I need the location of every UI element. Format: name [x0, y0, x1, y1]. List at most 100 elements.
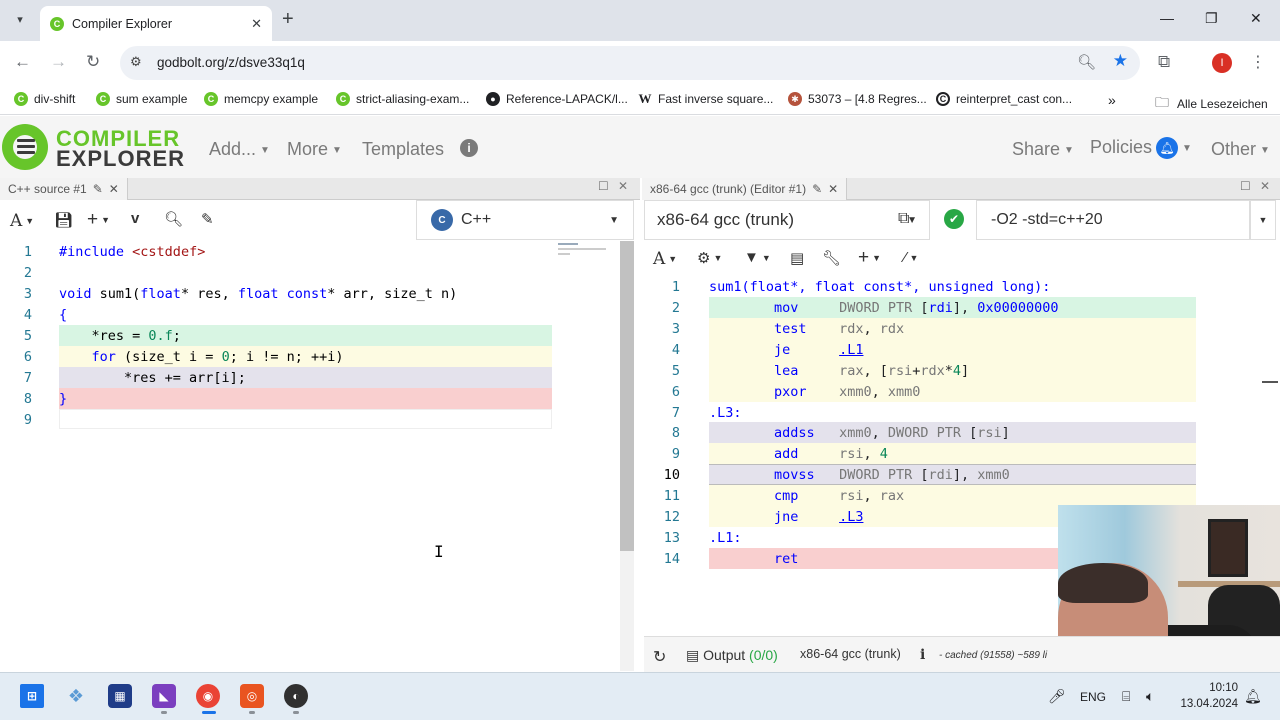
info-icon[interactable]: i [920, 647, 925, 663]
forward-button[interactable]: → [50, 52, 67, 72]
line-number: 6 [671, 384, 680, 400]
clock-date[interactable]: 13.04.2024 [1174, 698, 1238, 710]
close-window-button[interactable]: ✕ [1250, 10, 1262, 27]
obs-icon[interactable]: ◐ [284, 684, 308, 708]
source-editor[interactable]: 1 2 3 4 5 6 7 8 9 #include <cstddef> voi… [0, 241, 620, 671]
language-select[interactable]: C C++ ▼ [416, 200, 634, 240]
asm-line: add rsi, 4 [774, 446, 888, 462]
bookmark-item[interactable]: Creinterpret_cast con... [936, 92, 1072, 106]
extensions-icon[interactable]: ⧉ [1158, 52, 1170, 72]
settings-button[interactable]: ⚙ ▼ [697, 249, 722, 267]
source-scroll-thumb[interactable] [620, 241, 634, 551]
templates-button[interactable]: Templates [362, 139, 444, 160]
ubuntu-icon[interactable]: ◎ [240, 684, 264, 708]
add-tool-button[interactable]: ⁄ ▼ [904, 249, 918, 266]
close-tab-icon[interactable]: ✕ [251, 16, 262, 32]
bookmark-item[interactable]: Cstrict-aliasing-exam... [336, 92, 469, 106]
volume-icon[interactable]: 🔈︎ [1146, 688, 1154, 705]
compiler-tab[interactable]: x86-64 gcc (trunk) (Editor #1) ✎ ✕ [642, 178, 848, 200]
app-icon[interactable]: ▦ [108, 684, 132, 708]
source-tab[interactable]: C++ source #1 ✎ ✕ [0, 178, 128, 200]
font-icon: A [10, 211, 23, 231]
recompile-icon[interactable]: ↻ [653, 647, 666, 667]
reload-button[interactable]: ↻ [86, 52, 100, 72]
bookmark-star-icon[interactable]: ★ [1113, 51, 1128, 71]
asm-line: .L1: [709, 530, 742, 546]
info-icon[interactable]: i [460, 139, 478, 157]
other-menu[interactable]: Other ▼ [1211, 139, 1270, 160]
network-icon[interactable]: ⌸ [1122, 688, 1130, 705]
bookmark-item[interactable]: ✱ 53073 – [4.8 Regres... [788, 92, 927, 106]
compile-success-icon[interactable]: ✔ [944, 209, 964, 229]
language-indicator[interactable]: ENG [1080, 690, 1106, 704]
profile-avatar[interactable]: I [1212, 53, 1232, 73]
browser-tab[interactable]: C Compiler Explorer ✕ [40, 6, 272, 41]
line-number: 1 [671, 279, 680, 295]
close-pane-icon[interactable]: ✕ [618, 179, 628, 193]
options-dropdown-button[interactable]: ▼ [1250, 200, 1276, 240]
ce-logo[interactable]: COMPILER EXPLORER [2, 122, 184, 172]
mouse-cursor: I [434, 542, 444, 561]
code-line: *res = 0.f; [59, 328, 181, 344]
pencil-icon[interactable]: ✎ [93, 182, 103, 196]
search-button[interactable]: 🔍︎ [164, 210, 183, 228]
tools-button[interactable]: 🔧︎ [822, 249, 841, 267]
tab-search-button[interactable]: ▾ [8, 7, 32, 31]
policies-menu[interactable]: Policies 🔔︎ ▼ [1090, 137, 1192, 160]
zoom-icon[interactable]: 🔍︎ [1077, 53, 1096, 71]
bookmarks-overflow-button[interactable]: » [1108, 92, 1116, 108]
browser-tabstrip: ▾ C Compiler Explorer ✕ + — ❐ ✕ [0, 0, 1280, 41]
site-info-icon[interactable]: ⚙ [130, 54, 142, 70]
bookmark-item[interactable]: Cdiv-shift [14, 92, 75, 106]
asm-line: jne .L3 [774, 509, 864, 525]
asm-line: sum1(float*, float const*, unsigned long… [709, 279, 1051, 295]
cppreference-icon: C [936, 92, 950, 106]
windows-start-icon[interactable]: ⊞ [20, 684, 44, 708]
close-icon[interactable]: ✕ [109, 182, 119, 196]
output-button[interactable]: ▤ Output (0/0) [686, 647, 778, 664]
share-menu[interactable]: Share ▼ [1012, 139, 1074, 160]
chrome-icon[interactable]: ◉ [196, 684, 220, 708]
url-text[interactable]: godbolt.org/z/dsve33q1q [157, 55, 305, 70]
pencil-icon[interactable]: ✎ [812, 182, 822, 196]
add-new-button[interactable]: + ▼ [858, 247, 881, 269]
add-menu[interactable]: Add... ▼ [209, 139, 270, 160]
close-pane-icon[interactable]: ✕ [1260, 179, 1270, 193]
bookmark-item[interactable]: ● Reference-LAPACK/l... [486, 92, 628, 106]
line-number: 7 [671, 405, 680, 421]
quick-fix-button[interactable]: ✎ [201, 210, 214, 228]
caret-down-icon: ▼ [332, 144, 342, 156]
vim-button[interactable]: v [131, 210, 139, 227]
add-new-button[interactable]: + ▼ [87, 209, 110, 231]
clock-time[interactable]: 10:10 [1178, 682, 1238, 694]
new-tab-button[interactable]: + [282, 8, 294, 31]
restore-button[interactable]: ❐ [1205, 10, 1218, 27]
maximize-pane-icon[interactable]: ☐ [598, 179, 609, 193]
maximize-pane-icon[interactable]: ☐ [1240, 179, 1251, 193]
notification-bell-icon[interactable]: 🔔︎ [1244, 688, 1262, 705]
more-menu[interactable]: More ▼ [287, 139, 342, 160]
font-size-button[interactable]: A ▼ [10, 211, 34, 231]
compiler-options-input[interactable]: -O2 -std=c++20 [976, 200, 1250, 240]
microphone-icon[interactable]: 🎤︎ [1048, 688, 1066, 705]
font-size-button[interactable]: A ▼ [653, 249, 677, 269]
asm-scroll-indicator[interactable] [1262, 381, 1278, 383]
bookmark-item[interactable]: Csum example [96, 92, 187, 106]
minimize-button[interactable]: — [1160, 10, 1174, 26]
copilot-icon[interactable]: ❖ [64, 684, 88, 708]
filters-button[interactable]: ▼ ▼ [744, 249, 771, 266]
libraries-button[interactable]: ▤ [790, 249, 804, 267]
back-button[interactable]: ← [14, 52, 31, 72]
popout-icon[interactable]: ⧉ [898, 210, 909, 228]
close-icon[interactable]: ✕ [828, 182, 838, 196]
bookmark-item[interactable]: W Fast inverse square... [638, 91, 774, 106]
visual-studio-icon[interactable]: ◣ [152, 684, 176, 708]
save-button[interactable]: 💾︎ [54, 211, 73, 229]
minimap[interactable] [558, 242, 618, 262]
all-bookmarks-button[interactable]: 🗀 Alle Lesezeichen [1155, 92, 1268, 116]
compiler-select[interactable]: x86-64 gcc (trunk) ▼ [644, 200, 930, 240]
address-bar[interactable]: ⚙ godbolt.org/z/dsve33q1q 🔍︎ ★ [120, 46, 1140, 80]
asm-line: cmp rsi, rax [774, 488, 905, 504]
browser-menu-icon[interactable]: ⋮ [1250, 52, 1266, 72]
bookmark-item[interactable]: Cmemcpy example [204, 92, 318, 106]
